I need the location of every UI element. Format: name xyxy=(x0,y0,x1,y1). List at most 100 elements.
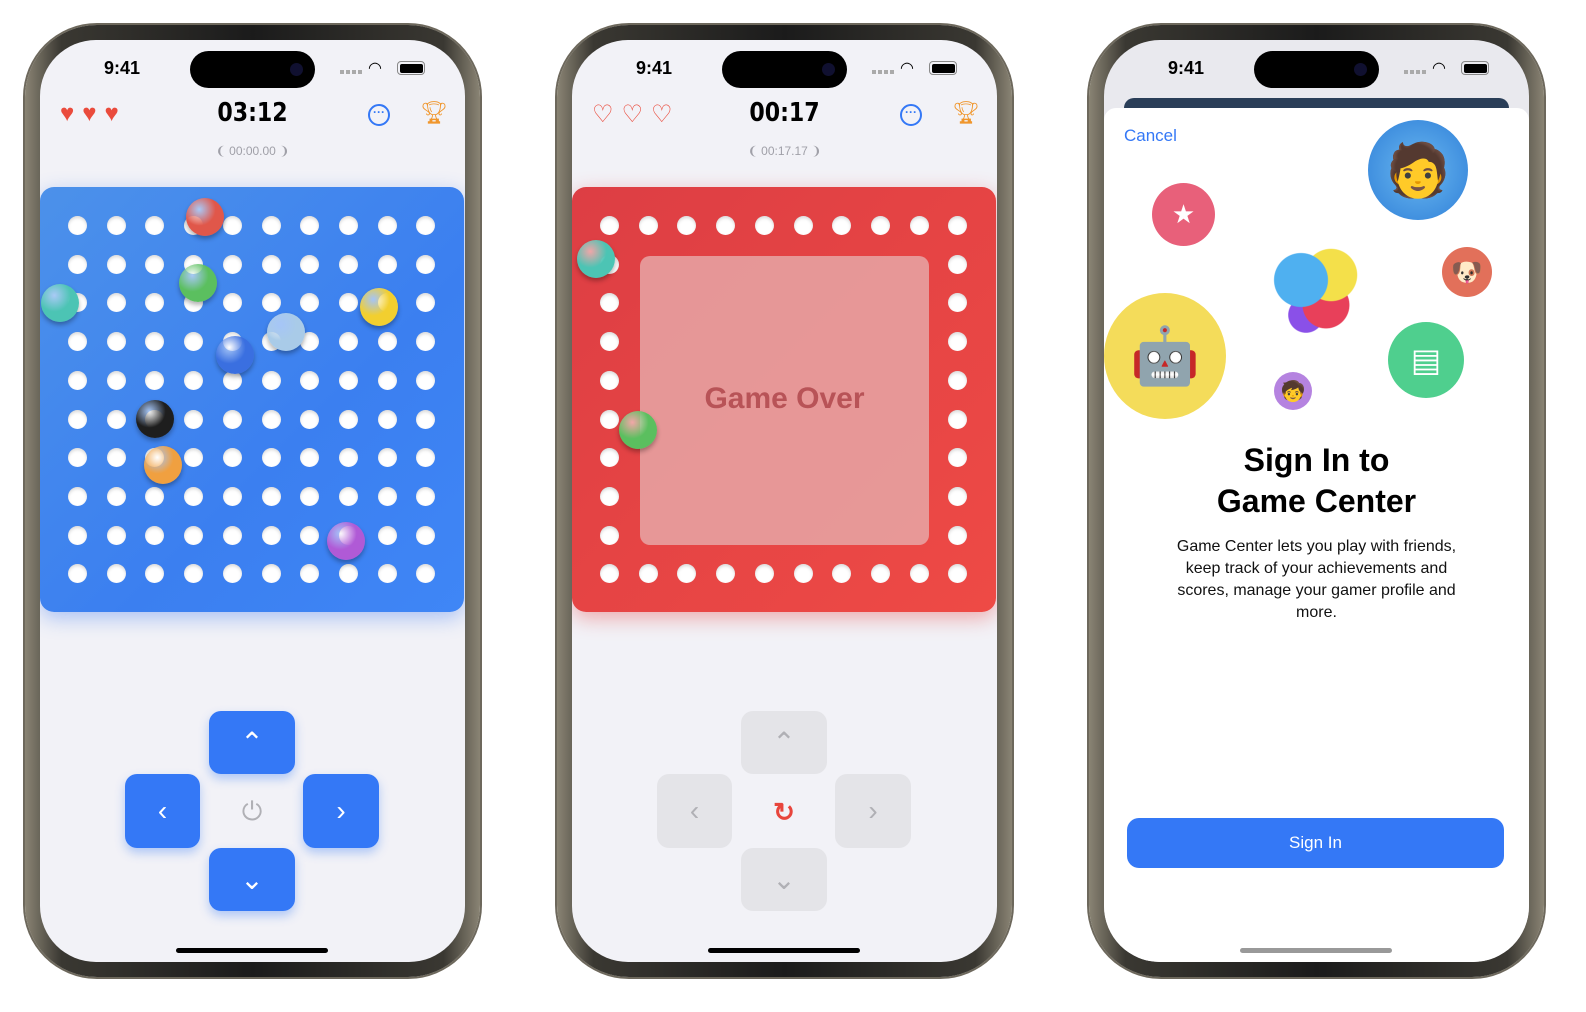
cancel-button[interactable]: Cancel xyxy=(1124,126,1177,146)
board-hole xyxy=(145,564,165,584)
board-hole xyxy=(416,254,436,274)
cellular-signal-icon xyxy=(340,70,362,74)
board-hole xyxy=(600,216,619,235)
board-hole xyxy=(106,216,126,235)
board-hole xyxy=(338,332,358,352)
board-hole xyxy=(677,216,697,235)
game-ball xyxy=(619,411,657,449)
board-hole xyxy=(948,409,968,429)
board-hole xyxy=(377,409,397,429)
board-hole xyxy=(909,564,929,584)
board-hole xyxy=(377,564,397,584)
game-ball xyxy=(327,522,365,560)
board-hole xyxy=(600,332,619,352)
board-hole xyxy=(222,293,242,313)
board-hole xyxy=(793,216,813,235)
board-hole xyxy=(106,564,126,584)
board-hole xyxy=(106,448,126,468)
game-ball xyxy=(186,198,224,236)
board-hole xyxy=(106,254,126,274)
game-ball xyxy=(136,400,174,438)
board-hole xyxy=(184,332,204,352)
board-hole xyxy=(948,254,968,274)
battery-icon xyxy=(1461,61,1489,75)
board-hole xyxy=(106,409,126,429)
title-line2: Game Center xyxy=(1216,483,1417,519)
power-icon[interactable]: ⏻ xyxy=(237,796,267,827)
game-ball xyxy=(144,446,182,484)
board-hole xyxy=(222,448,242,468)
game-board[interactable] xyxy=(40,187,464,612)
down-button[interactable]: ⌄ xyxy=(741,848,827,911)
board-hole xyxy=(261,448,281,468)
board-hole xyxy=(754,564,774,584)
battery-icon xyxy=(397,61,425,75)
game-board[interactable]: Game Over xyxy=(572,187,996,612)
restart-icon[interactable]: ↻ xyxy=(769,797,799,827)
wifi-icon: ◠ xyxy=(368,60,382,77)
board-hole xyxy=(638,564,658,584)
board-hole xyxy=(416,448,436,468)
board-hole xyxy=(716,564,736,584)
board-hole xyxy=(261,564,281,584)
ellipsis-circle-icon[interactable]: ··· xyxy=(368,104,390,126)
achievements-icon: ★ xyxy=(1152,183,1215,246)
board-hole xyxy=(377,525,397,545)
dynamic-island xyxy=(1254,51,1379,88)
game-ball xyxy=(267,313,305,351)
board-hole xyxy=(338,370,358,390)
profile-card-icon: ▤ xyxy=(1388,322,1464,398)
board-hole xyxy=(377,216,397,235)
right-button[interactable]: › xyxy=(835,774,911,848)
home-indicator xyxy=(708,948,860,953)
board-hole xyxy=(300,448,320,468)
board-hole xyxy=(377,448,397,468)
up-button[interactable]: ⌃ xyxy=(741,711,827,774)
cellular-signal-icon xyxy=(1404,70,1426,74)
ellipsis-circle-icon[interactable]: ··· xyxy=(900,104,922,126)
sign-in-button[interactable]: Sign In xyxy=(1127,818,1504,868)
board-hole xyxy=(416,525,436,545)
dynamic-island xyxy=(722,51,847,88)
game-over-overlay: Game Over xyxy=(640,256,929,545)
phone-game-center-signin: 9:41 ◠ Cancel 🧑 ★ 🐶 🤖 ▤ 🧒 Sign In to Game… xyxy=(1089,25,1544,977)
phone-game-playing: 9:41 ◠ ♥♥♥ 03:12 ❨ 00:00.00 ❩ ··· 🏆︎ ⌃ ‹… xyxy=(25,25,480,977)
board-hole xyxy=(948,448,968,468)
board-hole xyxy=(261,216,281,235)
trophy-icon[interactable]: 🏆︎ xyxy=(952,100,980,126)
board-hole xyxy=(222,564,242,584)
right-button[interactable]: › xyxy=(303,774,379,848)
screen: 9:41 ◠ ♥♥♥ 03:12 ❨ 00:00.00 ❩ ··· 🏆︎ ⌃ ‹… xyxy=(40,40,465,962)
board-hole xyxy=(300,254,320,274)
board-hole xyxy=(68,486,87,506)
home-indicator xyxy=(1240,948,1392,953)
board-hole xyxy=(832,216,852,235)
board-hole xyxy=(300,216,320,235)
board-hole xyxy=(145,370,165,390)
board-hole xyxy=(416,370,436,390)
board-hole xyxy=(261,525,281,545)
left-button[interactable]: ‹ xyxy=(657,774,732,848)
left-button[interactable]: ‹ xyxy=(125,774,200,848)
small-avatar-icon: 🧒 xyxy=(1274,372,1312,410)
board-hole xyxy=(184,564,204,584)
board-hole xyxy=(106,370,126,390)
board-hole xyxy=(600,525,619,545)
board-hole xyxy=(600,409,619,429)
board-hole xyxy=(300,525,320,545)
trophy-icon[interactable]: 🏆︎ xyxy=(420,100,448,126)
battery-icon xyxy=(929,61,957,75)
best-time-value: 00:17.17 xyxy=(761,144,808,158)
memoji-avatar-icon: 🧑 xyxy=(1368,120,1468,220)
board-hole xyxy=(377,332,397,352)
board-hole xyxy=(68,448,87,468)
board-hole xyxy=(184,525,204,545)
board-hole xyxy=(68,216,87,235)
status-time: 9:41 xyxy=(636,58,673,78)
down-button[interactable]: ⌄ xyxy=(209,848,295,911)
board-hole xyxy=(416,409,436,429)
wifi-icon: ◠ xyxy=(1432,60,1446,77)
up-button[interactable]: ⌃ xyxy=(209,711,295,774)
robot-avatar-icon: 🤖 xyxy=(1104,293,1226,419)
dog-avatar-icon: 🐶 xyxy=(1442,247,1492,297)
